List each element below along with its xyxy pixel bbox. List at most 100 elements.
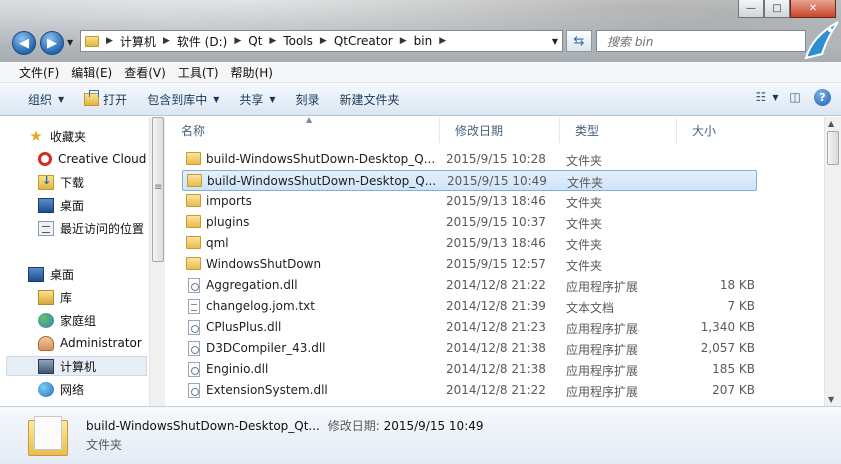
- nav-homegroup[interactable]: 家庭组: [38, 310, 96, 330]
- details-type: 文件夹: [86, 438, 123, 452]
- search-input[interactable]: 搜索 bin: [596, 30, 806, 52]
- scroll-down-arrow-icon[interactable]: ▼: [828, 395, 834, 404]
- file-size: 185 KB: [712, 362, 755, 376]
- nav-desktop[interactable]: 桌面: [28, 264, 74, 284]
- caret-down-icon: ▼: [213, 94, 220, 104]
- breadcrumb-qt[interactable]: Qt: [244, 31, 266, 51]
- menu-help[interactable]: 帮助(H): [225, 64, 279, 81]
- folder-icon-cell: [186, 257, 202, 271]
- chevron-right-icon[interactable]: ▶: [397, 36, 410, 46]
- back-button[interactable]: ◀: [12, 31, 36, 55]
- file-row[interactable]: imports 2015/9/13 18:46 文件夹: [182, 191, 757, 212]
- file-row[interactable]: ExtensionSystem.dll 2014/12/8 21:22 应用程序扩展…: [182, 380, 757, 401]
- file-type: 文件夹: [566, 217, 603, 231]
- minimize-button[interactable]: —: [738, 0, 764, 18]
- menu-view[interactable]: 查看(V): [118, 64, 172, 81]
- caret-down-icon: ▼: [58, 94, 65, 104]
- nav-computer[interactable]: 计算机: [38, 356, 96, 376]
- burn-button[interactable]: 刻录: [286, 87, 330, 111]
- file-name: ExtensionSystem.dll: [206, 383, 328, 397]
- chevron-right-icon[interactable]: ▶: [317, 36, 330, 46]
- file-date: 2014/12/8 21:22: [446, 383, 546, 397]
- file-row[interactable]: WindowsShutDown 2015/9/15 12:57 文件夹: [182, 254, 757, 275]
- nav-favorites[interactable]: ★ 收藏夹: [28, 126, 86, 146]
- organize-button[interactable]: 组织 ▼: [18, 87, 74, 111]
- scroll-up-arrow-icon[interactable]: ▲: [828, 119, 834, 128]
- preview-pane-button[interactable]: ◫: [786, 88, 804, 106]
- new-folder-button[interactable]: 新建文件夹: [330, 87, 410, 111]
- share-button[interactable]: 共享 ▼: [229, 87, 285, 111]
- file-row[interactable]: Enginio.dll 2014/12/8 21:38 应用程序扩展 185 KB: [182, 359, 757, 380]
- nav-recent-places[interactable]: 最近访问的位置: [38, 218, 144, 238]
- file-row[interactable]: qml 2015/9/13 18:46 文件夹: [182, 233, 757, 254]
- column-header-type[interactable]: 类型: [560, 117, 677, 143]
- nav-scrollbar[interactable]: [149, 117, 165, 406]
- nav-creative-cloud[interactable]: Creative Cloud: [38, 149, 146, 169]
- file-list-scrollbar[interactable]: ▲ ▼: [824, 117, 841, 406]
- file-date: 2014/12/8 21:23: [446, 320, 546, 334]
- file-date: 2015/9/15 12:57: [446, 257, 546, 271]
- nav-label: 家庭组: [60, 313, 97, 328]
- include-library-button[interactable]: 包含到库中 ▼: [137, 87, 229, 111]
- file-row[interactable]: plugins 2015/9/15 10:37 文件夹: [182, 212, 757, 233]
- breadcrumb-drive-d[interactable]: 软件 (D:): [173, 31, 231, 51]
- file-date: 2015/9/13 18:46: [446, 236, 546, 250]
- forward-button[interactable]: ▶: [40, 31, 64, 55]
- file-row[interactable]: Aggregation.dll 2014/12/8 21:22 应用程序扩展 18 K…: [182, 275, 757, 296]
- details-modified-value: 2015/9/15 10:49: [383, 419, 484, 433]
- nav-desktop-fav[interactable]: 桌面: [38, 195, 84, 215]
- file-size: 7 KB: [727, 299, 755, 313]
- chevron-right-icon[interactable]: ▶: [231, 36, 244, 46]
- star-icon: ★: [29, 126, 43, 145]
- computer-icon: [38, 358, 54, 374]
- file-date: 2015/9/15 10:28: [446, 152, 546, 166]
- recent-pages-dropdown[interactable]: ▼: [67, 38, 73, 47]
- nav-network[interactable]: 网络: [38, 379, 84, 399]
- menu-tools[interactable]: 工具(T): [172, 64, 225, 81]
- column-header-date[interactable]: 修改日期: [440, 117, 560, 143]
- file-row[interactable]: changelog.jom.txt 2014/12/8 21:39 文本文档 7 KB: [182, 296, 757, 317]
- library-icon: [38, 289, 54, 305]
- folder-icon: [187, 174, 202, 187]
- file-name: Enginio.dll: [206, 362, 269, 376]
- file-row[interactable]: build-WindowsShutDown-Desktop_Q... 2015/9…: [182, 170, 757, 191]
- breadcrumb-computer[interactable]: 计算机: [116, 31, 160, 51]
- folder-icon: [85, 35, 99, 47]
- column-header-size[interactable]: 大小: [677, 117, 772, 143]
- menu-edit[interactable]: 编辑(E): [65, 64, 118, 81]
- file-size: 1,340 KB: [700, 320, 755, 334]
- help-button[interactable]: ?: [814, 88, 831, 106]
- file-icon-cell: [186, 341, 202, 356]
- nav-scrollbar-thumb[interactable]: [152, 117, 164, 262]
- burn-label: 刻录: [295, 92, 320, 107]
- open-button[interactable]: 打开: [74, 87, 137, 111]
- address-bar[interactable]: ▶ 计算机 ▶ 软件 (D:) ▶ Qt ▶ Tools ▶ QtCreator…: [80, 30, 563, 52]
- breadcrumb-tools[interactable]: Tools: [279, 31, 317, 51]
- desktop-icon: [28, 266, 44, 282]
- chevron-right-icon[interactable]: ▶: [103, 36, 116, 46]
- column-header-name[interactable]: 名称: [166, 117, 440, 143]
- breadcrumb-bin[interactable]: bin: [410, 31, 437, 51]
- address-history-dropdown[interactable]: ▼: [552, 37, 558, 46]
- menu-bar: 文件(F) 编辑(E) 查看(V) 工具(T) 帮助(H): [0, 62, 841, 83]
- file-row[interactable]: build-WindowsShutDown-Desktop_Q... 2015/9…: [182, 149, 757, 170]
- nav-libraries[interactable]: 库: [38, 287, 72, 307]
- nav-downloads[interactable]: 下载: [38, 172, 84, 192]
- file-name: WindowsShutDown: [206, 257, 322, 271]
- maximize-button[interactable]: □: [764, 0, 790, 18]
- change-view-button[interactable]: ☷ ▼: [756, 88, 779, 106]
- breadcrumb-qtcreator[interactable]: QtCreator: [330, 31, 397, 51]
- file-list-scrollbar-thumb[interactable]: [827, 131, 839, 165]
- caret-down-icon: ▼: [772, 92, 779, 102]
- new-folder-label: 新建文件夹: [339, 92, 400, 107]
- chevron-right-icon[interactable]: ▶: [266, 36, 279, 46]
- nav-administrator[interactable]: Administrator: [38, 333, 142, 353]
- chevron-right-icon[interactable]: ▶: [160, 36, 173, 46]
- menu-file[interactable]: 文件(F): [13, 64, 65, 81]
- open-label: 打开: [103, 92, 128, 107]
- chevron-right-icon[interactable]: ▶: [436, 36, 449, 46]
- file-row[interactable]: D3DCompiler_43.dll 2014/12/8 21:38 应用程序扩展 2…: [182, 338, 757, 359]
- file-size: 207 KB: [712, 383, 755, 397]
- refresh-button[interactable]: ⇆: [566, 30, 592, 52]
- file-row[interactable]: CPlusPlus.dll 2014/12/8 21:23 应用程序扩展 1,340 …: [182, 317, 757, 338]
